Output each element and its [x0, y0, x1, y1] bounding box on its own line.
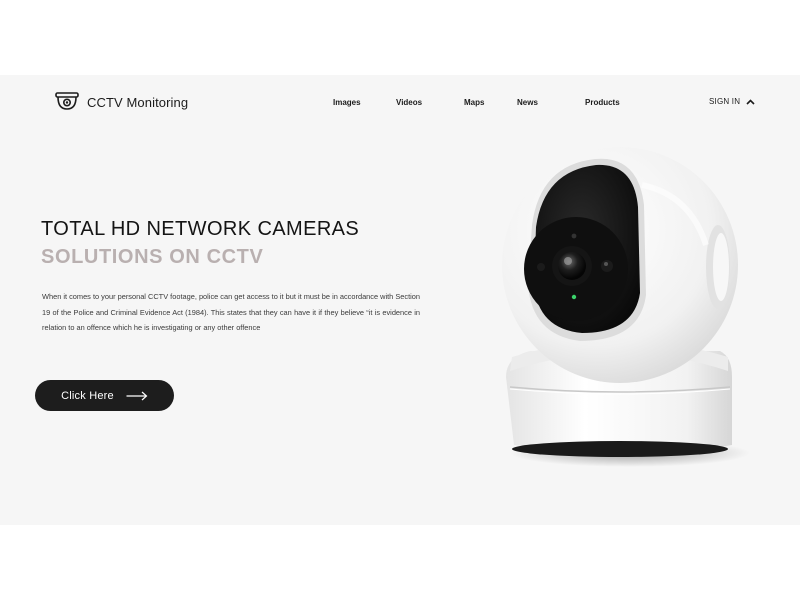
chevron-up-icon: [746, 98, 755, 105]
sign-in-button[interactable]: SIGN IN: [709, 97, 755, 106]
nav-item-news[interactable]: News: [517, 98, 538, 107]
brand-name: CCTV Monitoring: [87, 94, 189, 110]
arrow-right-icon: [126, 391, 148, 400]
nav-item-videos[interactable]: Videos: [396, 98, 422, 107]
nav-item-images[interactable]: Images: [333, 98, 361, 107]
page: CCTV Monitoring Images Videos Maps News …: [0, 0, 800, 600]
sign-in-label: SIGN IN: [709, 97, 741, 106]
click-here-label: Click Here: [61, 389, 114, 402]
hero-subtitle: SOLUTIONS ON CCTV: [41, 246, 264, 268]
hero-section: CCTV Monitoring Images Videos Maps News …: [0, 75, 800, 525]
nav-item-products[interactable]: Products: [585, 98, 620, 107]
security-camera-icon: [55, 92, 79, 110]
nav-item-maps[interactable]: Maps: [464, 98, 484, 107]
hero-description: When it comes to your personal CCTV foot…: [42, 292, 420, 332]
security-camera-image: [502, 147, 750, 467]
hero-title: TOTAL HD NETWORK CAMERAS: [41, 218, 360, 240]
brand-logo[interactable]: CCTV Monitoring: [55, 92, 188, 112]
click-here-button[interactable]: Click Here: [35, 380, 174, 411]
